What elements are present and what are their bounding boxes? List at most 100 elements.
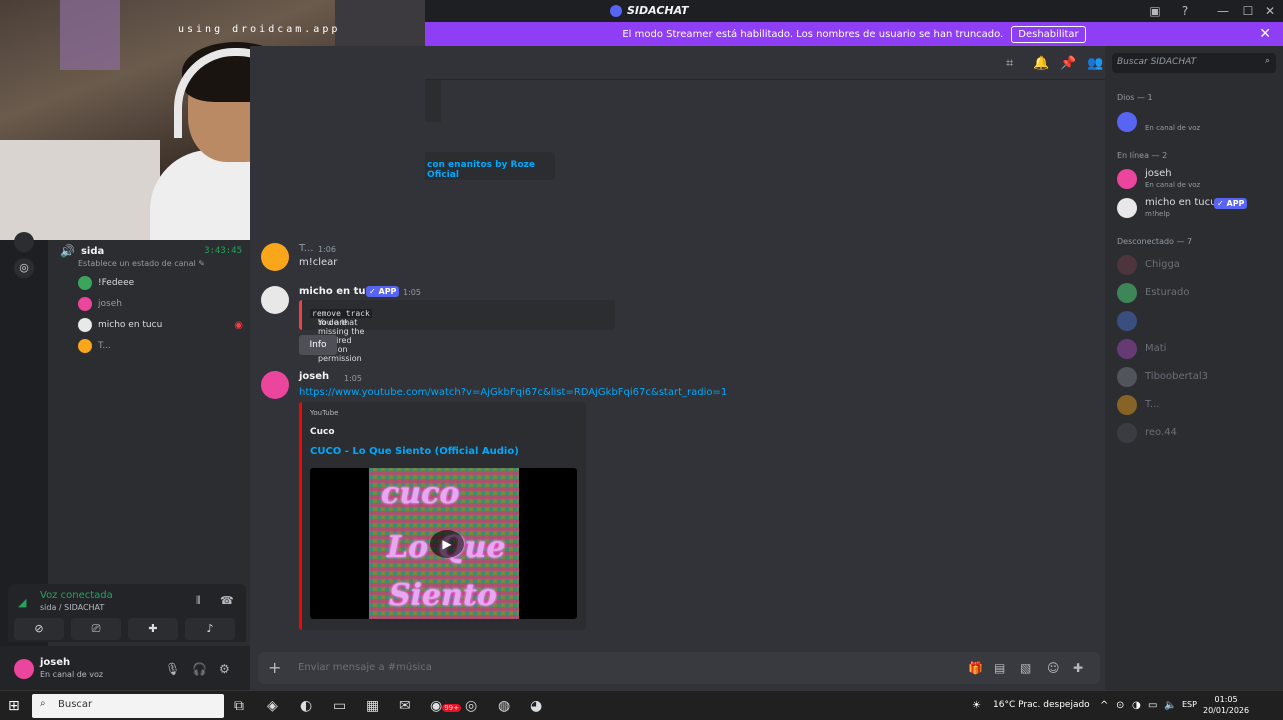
member-list-icon[interactable]: 👥 [1087,56,1103,71]
avatar [1117,255,1137,275]
clock[interactable]: 01:05 20/01/2026 [1203,694,1249,716]
message-author[interactable]: T... [299,243,313,254]
disable-streamer-button[interactable]: Deshabilitar [1011,25,1086,43]
chrome-icon[interactable]: ◍ [498,698,510,714]
maximize-button[interactable]: ☐ [1240,3,1256,19]
message-avatar[interactable] [261,243,289,271]
tray-chevron-icon[interactable]: ^ [1100,700,1108,711]
settings-gear-icon[interactable]: ⚙ [219,662,230,676]
banner-text: El modo Streamer está habilitado. Los no… [622,28,1004,40]
channel-status-prompt[interactable]: Establece un estado de canal ✎ [78,259,205,268]
apps-icon[interactable]: ✚ [1073,661,1083,675]
tray-icon[interactable]: ⊙ [1116,700,1124,711]
chat-header: ⌗ 🔔 📌 👥 [425,46,1105,80]
member-group-label: Dios — 1 [1117,93,1153,102]
windows-start-icon[interactable]: ⊞ [8,698,20,714]
discover-icon[interactable]: ◎ [14,258,34,278]
disconnect-icon[interactable]: ☎ [220,594,234,607]
previous-embed-link[interactable]: con enanitos by Roze Oficial [427,160,555,180]
embed-author[interactable]: Cuco [310,427,335,437]
task-view-icon[interactable]: ⧉ [234,698,244,714]
voice-channel-header[interactable]: 🔊 sida 3:43:45 [60,244,242,258]
member-item[interactable]: T... [1117,393,1277,417]
close-banner-icon[interactable]: ✕ [1259,26,1271,42]
copilot-icon[interactable]: ◈ [267,698,278,714]
previous-embed [425,80,441,122]
picture-in-picture-icon[interactable]: ▣ [1147,3,1163,19]
whatsapp-icon[interactable]: ◉ 99+ [430,698,461,714]
play-icon[interactable]: ▶ [430,530,464,558]
avatar [1117,283,1137,303]
member-item[interactable]: Tiboobertal3 [1117,365,1277,389]
member-item[interactable]: micho en tucu ✓ APP m!help [1117,196,1277,220]
member-group-label: Desconectado — 7 [1117,237,1193,246]
message-avatar[interactable] [261,286,289,314]
threads-icon[interactable]: ⌗ [1006,56,1013,71]
search-input[interactable]: Buscar SIDACHAT ⌕ [1112,53,1276,73]
emoji-icon[interactable]: ☺ [1047,661,1060,675]
edge-icon[interactable]: ◐ [300,698,312,714]
user-name[interactable]: joseh [40,657,70,668]
help-icon[interactable]: ? [1177,3,1193,19]
bell-icon[interactable]: 🔔 [1033,56,1049,71]
noise-suppression-icon[interactable]: ⫴ [196,594,201,608]
server-icon[interactable] [14,232,34,252]
mail-icon[interactable]: ✉ [399,698,411,714]
weather-text[interactable]: 16°C Prac. despejado [993,700,1090,710]
app-badge: ✓ APP [366,286,400,297]
taskbar-search[interactable]: ⌕ Buscar [32,694,224,718]
member-item[interactable]: reo.44 [1117,421,1277,445]
video-thumbnail[interactable]: cuco Lo Que Siento ▶ [310,468,577,619]
discord-taskbar-icon[interactable]: ◕ [530,698,542,714]
activities-button[interactable]: ✚ [128,618,178,640]
voice-user[interactable]: joseh [78,296,243,312]
member-item[interactable] [1117,309,1277,333]
volume-icon[interactable]: 🔈 [1164,700,1176,711]
message-input[interactable]: Enviar mensaje a #música [298,662,432,673]
message-avatar[interactable] [261,371,289,399]
close-window-button[interactable]: ✕ [1262,3,1278,19]
voice-connected-label[interactable]: Voz conectada [40,590,113,601]
soundboard-button[interactable]: ♪ [185,618,235,640]
previous-embed-card: con enanitos by Roze Oficial [425,152,555,180]
avatar [1117,198,1137,218]
member-item[interactable]: Esturado [1117,281,1277,305]
voice-user[interactable]: !Fedeee [78,275,243,291]
member-item[interactable]: joseh En canal de voz [1117,167,1277,191]
message-author[interactable]: joseh [299,371,329,382]
store-icon[interactable]: ▦ [366,698,379,714]
pin-icon[interactable]: 📌 [1060,56,1076,71]
gift-icon[interactable]: 🎁 [968,661,983,675]
microphone-icon[interactable]: 🎙 [165,662,180,676]
member-item[interactable]: Mati [1117,337,1277,361]
message-composer: + Enviar mensaje a #música 🎁 ▤ ▧ ☺ ✚ [258,652,1100,684]
voice-user[interactable]: T... [78,338,243,354]
member-item[interactable]: Chigga [1117,253,1277,277]
pencil-icon: ✎ [198,259,205,268]
language-indicator[interactable]: ESP [1182,700,1197,709]
avatar [78,339,92,353]
message-text: m!clear [299,257,338,268]
add-attachment-icon[interactable]: + [268,658,281,677]
avatar [1117,339,1137,359]
info-button[interactable]: Info [299,335,337,355]
youtube-link[interactable]: https://www.youtube.com/watch?v=AjGkbFqi… [299,387,727,398]
minimize-button[interactable]: — [1215,3,1231,19]
battery-icon[interactable]: ▭ [1148,700,1157,711]
tray-icon[interactable]: ◑ [1132,700,1141,711]
embed-title[interactable]: CUCO - Lo Que Siento (Official Audio) [310,446,519,457]
windows-taskbar: ⊞ ⌕ Buscar ⧉ ◈ ◐ ▭ ▦ ✉ ◉ 99+ ◎ ◍ ◕ ☀ 16°C… [0,690,1283,720]
user-avatar[interactable] [14,659,34,679]
user-status: En canal de voz [40,670,104,679]
steam-icon[interactable]: ◎ [465,698,477,714]
voice-timer: 3:43:45 [204,246,242,256]
message-time: 1:06 [318,245,336,254]
headphones-icon[interactable]: 🎧 [192,662,207,676]
file-explorer-icon[interactable]: ▭ [333,698,346,714]
voice-user[interactable]: micho en tucu ◉ [78,317,243,333]
member-item[interactable]: En canal de voz [1117,110,1277,134]
share-screen-button[interactable]: ⎚ [71,618,121,640]
camera-off-button[interactable]: ⊘ [14,618,64,640]
sticker-icon[interactable]: ▧ [1020,661,1031,675]
gif-icon[interactable]: ▤ [994,661,1005,675]
